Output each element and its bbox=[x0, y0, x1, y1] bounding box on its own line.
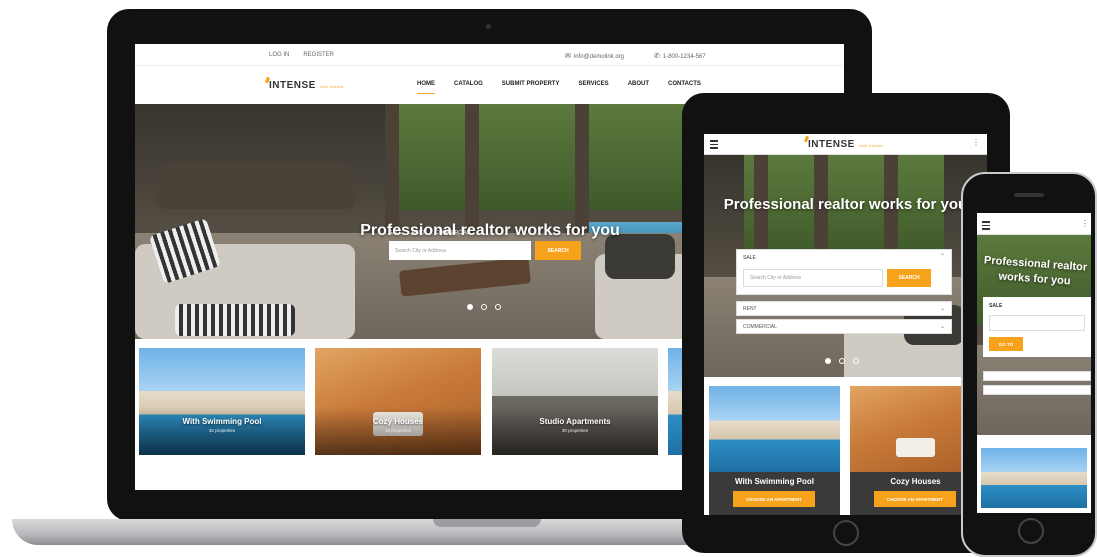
nav-contacts[interactable]: CONTACTS bbox=[668, 81, 701, 87]
site-logo[interactable]: INTENSE real estate bbox=[265, 76, 345, 91]
chevron-down-icon: ⌄ bbox=[939, 306, 945, 312]
category-title: Cozy Houses bbox=[372, 417, 424, 426]
tab-sale[interactable]: SALE bbox=[743, 255, 756, 261]
logo-tagline: real estate bbox=[319, 84, 345, 89]
tab-commercial[interactable]: COMMERCIAL bbox=[435, 230, 469, 236]
hamburger-icon[interactable] bbox=[982, 221, 990, 230]
slider-dot[interactable] bbox=[495, 304, 501, 310]
search-button[interactable]: SEARCH bbox=[887, 269, 931, 287]
tablet-search-panel: SALE ⌃ Search City or Address SEARCH bbox=[736, 249, 952, 295]
category-card[interactable] bbox=[981, 448, 1087, 508]
search-input[interactable]: Search City or Address bbox=[743, 269, 883, 287]
email-text: info@demolink.org bbox=[573, 54, 624, 60]
search-tabs: SALE RENT COMMERCIAL bbox=[389, 230, 469, 236]
choose-apartment-button[interactable]: CHOOSE AN APARTMENT bbox=[733, 491, 815, 507]
slider-dot[interactable] bbox=[467, 304, 473, 310]
hero-cushion bbox=[175, 304, 295, 336]
logo-name: INTENSE bbox=[269, 80, 316, 91]
select-sale[interactable]: SALE bbox=[989, 303, 1002, 309]
category-count: 32 properties bbox=[208, 428, 236, 433]
hamburger-icon[interactable] bbox=[710, 140, 718, 149]
hero-garden bbox=[385, 104, 685, 210]
hero-dining-set bbox=[155, 164, 355, 209]
nav-services[interactable]: SERVICES bbox=[578, 81, 608, 87]
nav-catalog[interactable]: CATALOG bbox=[454, 81, 483, 87]
search-button[interactable]: SEARCH bbox=[535, 241, 581, 260]
hero-cushion-dark bbox=[605, 234, 675, 279]
laptop-notch bbox=[433, 519, 541, 527]
category-photo bbox=[709, 386, 840, 472]
chevron-down-icon: ⌄ bbox=[939, 324, 945, 330]
laptop-camera bbox=[486, 24, 491, 29]
category-title: Studio Apartments bbox=[539, 417, 611, 426]
nav-home[interactable]: HOME bbox=[417, 81, 435, 94]
nav-submit-property[interactable]: SUBMIT PROPERTY bbox=[502, 81, 560, 87]
tab-sale[interactable]: SALE bbox=[389, 230, 402, 236]
hero-title: Professional realtor works for you bbox=[723, 196, 968, 213]
phone-home-button bbox=[1018, 518, 1044, 544]
category-title: With Swimming Pool bbox=[734, 477, 815, 486]
tab-rent[interactable]: RENT bbox=[412, 230, 426, 236]
category-card[interactable]: With Swimming Pool 32 properties bbox=[139, 348, 305, 455]
category-card[interactable]: Studio Apartments 30 properties bbox=[492, 348, 658, 455]
phone-text: 1-800-1234-567 bbox=[662, 54, 706, 60]
tab-rent[interactable]: RENT ⌄ bbox=[736, 301, 952, 316]
nav-about[interactable]: ABOUT bbox=[628, 81, 649, 87]
category-card[interactable]: With Swimming Pool CHOOSE AN APARTMENT bbox=[709, 386, 840, 515]
phone-icon: ✆ bbox=[654, 53, 660, 60]
category-photo bbox=[981, 448, 1087, 508]
top-utility-bar: LOG IN REGISTER ✉ info@demolink.org ✆ 1-80… bbox=[135, 44, 844, 66]
phone-screen: ⋮ Professional realtor works for you SAL… bbox=[977, 213, 1091, 513]
kebab-icon[interactable]: ⋮ bbox=[1081, 220, 1089, 228]
site-logo[interactable]: INTENSE real estate bbox=[804, 135, 884, 150]
mail-icon: ✉ bbox=[565, 53, 571, 60]
search-input[interactable] bbox=[989, 315, 1085, 331]
tablet-home-button bbox=[833, 520, 859, 546]
slider-dot[interactable] bbox=[853, 358, 859, 364]
slider-dot[interactable] bbox=[481, 304, 487, 310]
kebab-icon[interactable]: ⋮ bbox=[972, 139, 980, 147]
choose-apartment-button[interactable]: CHOOSE AN APARTMENT bbox=[874, 491, 956, 507]
tab-rent-label: RENT bbox=[743, 305, 757, 312]
contact-email[interactable]: ✉ info@demolink.org bbox=[565, 52, 624, 60]
contact-phone[interactable]: ✆ 1-800-1234-567 bbox=[654, 52, 706, 60]
tablet-header: INTENSE real estate ⋮ bbox=[704, 134, 987, 155]
slider-dots bbox=[467, 304, 501, 310]
category-count: 30 properties bbox=[561, 428, 589, 433]
category-count: 16 properties bbox=[384, 428, 412, 433]
phone-select-row[interactable] bbox=[983, 385, 1091, 395]
register-link[interactable]: REGISTER bbox=[303, 52, 334, 58]
hero-title: Professional realtor works for you bbox=[360, 222, 620, 239]
category-card[interactable]: Cozy Houses 16 properties bbox=[315, 348, 481, 455]
tab-commercial-label: COMMERCIAL bbox=[743, 323, 777, 330]
logo-tagline: real estate bbox=[858, 143, 884, 148]
category-title: With Swimming Pool bbox=[182, 417, 262, 426]
slider-dot[interactable] bbox=[825, 358, 831, 364]
phone-search-panel: SALE GO TO bbox=[983, 297, 1091, 357]
nav-menu: HOME CATALOG SUBMIT PROPERTY SERVICES AB… bbox=[417, 81, 701, 94]
login-link[interactable]: LOG IN bbox=[269, 52, 289, 58]
phone-header: ⋮ bbox=[977, 213, 1091, 235]
phone-speaker bbox=[1014, 193, 1044, 197]
slider-dots bbox=[825, 358, 859, 364]
search-input[interactable]: Search City or Address bbox=[389, 241, 531, 260]
logo-name: INTENSE bbox=[808, 139, 855, 150]
tab-commercial[interactable]: COMMERCIAL ⌄ bbox=[736, 319, 952, 334]
chevron-up-icon[interactable]: ⌃ bbox=[940, 253, 945, 260]
tablet-screen: INTENSE real estate ⋮ Professional realto… bbox=[704, 134, 987, 515]
go-button[interactable]: GO TO bbox=[989, 337, 1023, 351]
phone-select-row[interactable] bbox=[983, 371, 1091, 381]
slider-dot[interactable] bbox=[839, 358, 845, 364]
